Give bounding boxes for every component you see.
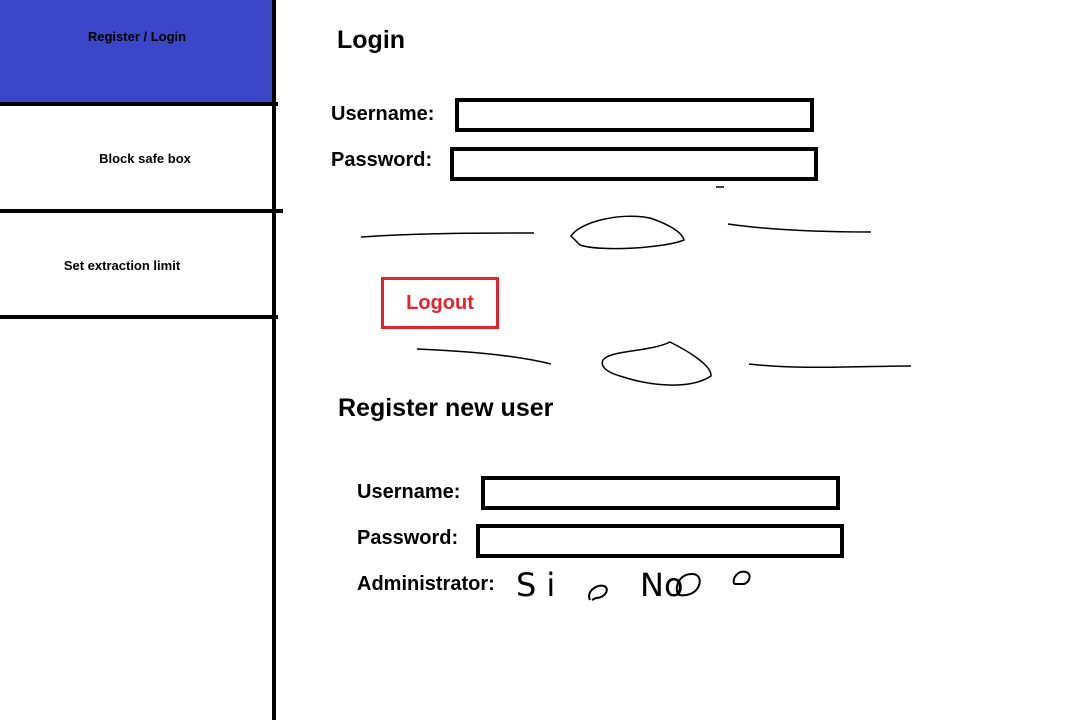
login-password-label: Password: bbox=[331, 149, 433, 171]
login-username-input[interactable] bbox=[455, 98, 814, 132]
admin-option-no-radio-icon bbox=[675, 570, 751, 597]
sidebar-item-label: Block safe box bbox=[99, 150, 191, 166]
register-title: Register new user bbox=[338, 394, 554, 422]
login-password-input[interactable] bbox=[450, 147, 818, 181]
register-username-label: Username: bbox=[357, 481, 461, 503]
admin-option-si-radio-icon bbox=[588, 584, 608, 601]
admin-option-si[interactable]: Si bbox=[516, 566, 616, 606]
register-password-label: Password: bbox=[357, 527, 459, 549]
register-admin-label: Administrator: bbox=[357, 573, 495, 595]
register-username-input[interactable] bbox=[481, 476, 840, 510]
admin-option-si-label: Si bbox=[516, 566, 566, 604]
sidebar-item-label: Register / Login bbox=[87, 29, 187, 44]
login-username-label: Username: bbox=[331, 103, 435, 125]
sidebar-item-block-safe-box[interactable]: Block safe box bbox=[0, 106, 274, 210]
sidebar-item-set-extraction-limit[interactable]: Set extraction limit bbox=[0, 214, 274, 316]
sidebar-item-label: Set extraction limit bbox=[63, 257, 181, 273]
register-password-input[interactable] bbox=[476, 524, 844, 558]
sidebar-border bbox=[272, 0, 276, 720]
admin-option-no[interactable]: No bbox=[640, 566, 770, 606]
login-title: Login bbox=[337, 26, 406, 54]
sidebar-divider bbox=[0, 315, 278, 319]
sidebar-divider bbox=[0, 209, 283, 213]
sidebar-divider bbox=[0, 102, 278, 106]
sidebar-item-register-login[interactable]: Register / Login bbox=[0, 0, 274, 104]
logout-button[interactable]: Logout bbox=[381, 277, 499, 329]
